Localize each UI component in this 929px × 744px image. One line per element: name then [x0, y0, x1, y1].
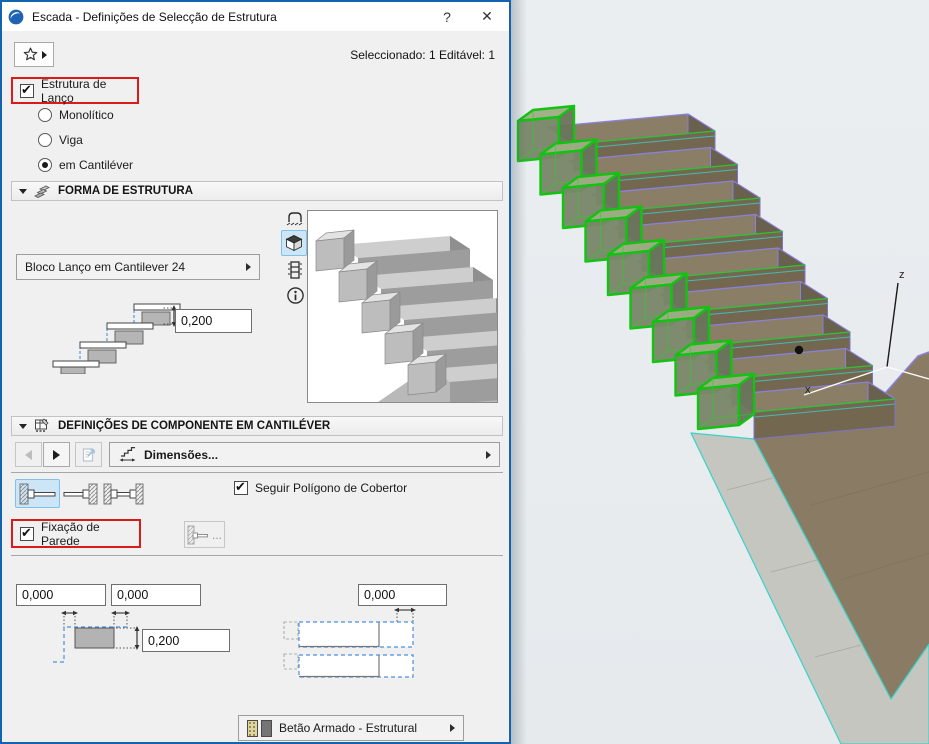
wall-fixing-checkbox[interactable] [20, 525, 34, 541]
fixing-both-icon [103, 483, 144, 505]
fixing-option-wall-right[interactable] [62, 481, 100, 507]
radio-cantilever-label: em Cantiléver [59, 158, 134, 172]
archicad-logo-icon [8, 9, 24, 24]
radio-viga-label: Viga [59, 133, 83, 147]
section-title: DEFINIÇÕES DE COMPONENTE EM CANTILÉVER [58, 420, 331, 432]
material-label: Betão Armado - Estrutural [279, 721, 418, 735]
material-surface-swatch-icon [261, 719, 272, 737]
follow-polygon-checkbox[interactable] [234, 479, 248, 495]
selection-status: Seleccionado: 1 Editável: 1 [350, 48, 495, 62]
arrow-right-icon [53, 449, 60, 460]
radio-monolitico-label: Monolítico [59, 108, 114, 122]
flight-structure-label: Estrutura de Lanço [41, 76, 107, 105]
collapse-icon[interactable] [19, 188, 27, 194]
divider [11, 472, 503, 473]
section-title: FORMA DE ESTRUTURA [58, 185, 194, 197]
stairs-3d-render: z x [516, 104, 929, 744]
section-componente-cantilever[interactable]: DEFINIÇÕES DE COMPONENTE EM CANTILÉVER [11, 416, 503, 436]
axis-z-label: z [899, 269, 905, 281]
follow-polygon-label: Seguir Polígono de Cobertor [255, 481, 408, 495]
transfer-settings-button[interactable] [75, 442, 102, 467]
structure-profile-dropdown[interactable]: Bloco Lanço em Cantilever 24 [16, 254, 260, 280]
flight-structure-checkbox[interactable] [20, 82, 34, 98]
prev-component-button[interactable] [15, 442, 42, 467]
screenshot-root: z x Escada - Definições de Selecção de E… [0, 0, 929, 744]
radio-cantilever-circle[interactable] [38, 158, 52, 172]
view-section-button[interactable] [282, 259, 308, 281]
radio-monolitico-circle[interactable] [38, 108, 52, 122]
wall-fixing-label: Fixação de Parede [41, 519, 100, 548]
offset-mid-input[interactable] [111, 584, 201, 606]
dimensions-label: Dimensões... [144, 447, 219, 462]
titlebar[interactable]: Escada - Definições de Selecção de Estru… [2, 2, 509, 31]
selection-hotspot-dot [794, 345, 804, 355]
favorites-button[interactable] [14, 42, 54, 67]
radio-cantilever[interactable]: em Cantiléver [38, 155, 133, 175]
view-plan-button[interactable] [282, 207, 308, 229]
divider [11, 555, 503, 556]
info-icon [286, 286, 304, 304]
fixing-option-both[interactable] [101, 481, 147, 507]
cube-3d-icon [285, 235, 303, 252]
structure-preview[interactable] [307, 210, 562, 404]
offset-left-input[interactable] [16, 584, 106, 606]
thickness-diagram [52, 303, 181, 374]
section-view-icon [288, 261, 302, 279]
arrow-left-icon [25, 449, 32, 460]
material-dropdown[interactable]: Betão Armado - Estrutural [238, 715, 464, 741]
more-options-label: ... [211, 527, 222, 542]
fixing-right-icon [63, 483, 98, 505]
help-button[interactable]: ? [431, 4, 463, 29]
follow-polygon-checkbox-row[interactable]: Seguir Polígono de Cobertor [234, 479, 407, 497]
profile-label: Bloco Lanço em Cantilever 24 [25, 260, 186, 274]
wall-fixing-options-button[interactable]: ... [184, 521, 225, 548]
flyout-arrow-icon [41, 50, 47, 59]
stair-structure-settings-dialog: Escada - Definições de Selecção de Estru… [0, 0, 562, 744]
radio-viga[interactable]: Viga [38, 130, 83, 150]
close-button[interactable]: ✕ [471, 4, 503, 29]
fixing-left-icon [19, 483, 55, 504]
block-height-input[interactable] [142, 629, 230, 652]
structure-shape-icon [34, 185, 50, 198]
section-forma-estrutura[interactable]: FORMA DE ESTRUTURA [11, 181, 503, 201]
dimensions-dropdown[interactable]: Dimensões... [109, 442, 500, 467]
dimensions-icon [119, 447, 136, 462]
dropdown-arrow-icon [486, 450, 491, 459]
stair-steps [516, 104, 896, 440]
preview-stairs-image [315, 229, 562, 404]
dropdown-arrow-icon [246, 263, 251, 271]
block-plan-diagram [283, 607, 416, 678]
material-cut-swatch-icon [247, 719, 258, 737]
next-component-button[interactable] [43, 442, 70, 467]
highlight-fixacao-parede: Fixação de Parede [11, 519, 141, 548]
wall-fixing-icon [187, 525, 208, 544]
component-settings-icon [35, 418, 49, 432]
radio-viga-circle[interactable] [38, 133, 52, 147]
plan-view-icon [286, 212, 303, 226]
collapse-icon[interactable] [19, 423, 27, 429]
info-button[interactable] [282, 284, 308, 306]
radio-monolitico[interactable]: Monolítico [38, 105, 114, 125]
dropdown-arrow-icon [450, 724, 455, 732]
axis-x-label: x [805, 384, 811, 396]
fixing-option-wall-left[interactable] [15, 479, 60, 508]
3d-viewport[interactable]: z x [511, 0, 929, 744]
thickness-input[interactable] [175, 309, 252, 333]
highlight-estrutura-lanco: Estrutura de Lanço [11, 76, 139, 105]
window-title: Escada - Definições de Selecção de Estru… [32, 9, 277, 24]
star-icon [23, 47, 37, 61]
view-3d-button[interactable] [281, 230, 307, 256]
transfer-settings-icon [82, 448, 95, 462]
